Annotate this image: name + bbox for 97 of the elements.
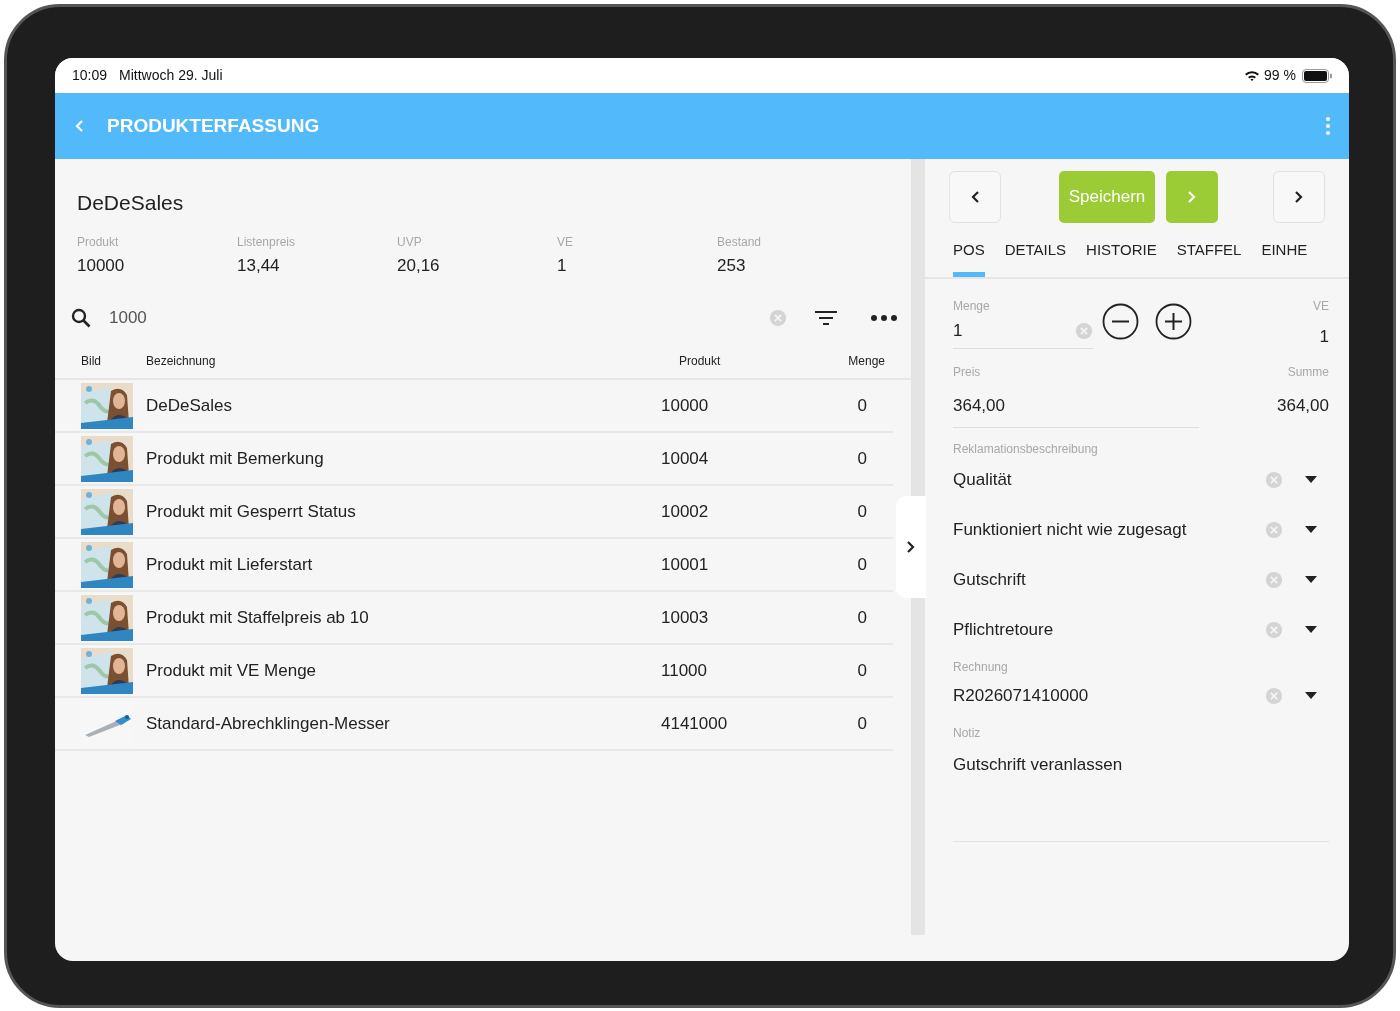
field-label: Reklamationsbeschreibung — [953, 440, 1099, 458]
field-value: 364,00 — [1277, 395, 1329, 417]
product-name: Produkt mit Staffelpreis ab 10 — [146, 606, 370, 629]
clear-icon[interactable] — [1265, 470, 1283, 489]
product-number: 10000 — [661, 394, 710, 417]
dropdown-caret-icon[interactable] — [1305, 526, 1317, 533]
field-label: Notiz — [953, 724, 982, 742]
field-label: Preis — [953, 364, 982, 381]
status-time: 10:09 — [72, 66, 108, 85]
field-label: Rechnung — [953, 658, 1009, 676]
product-number: 11000 — [661, 659, 708, 682]
battery-percent: 99 % — [1264, 66, 1296, 85]
tab[interactable]: HISTORIE — [1086, 239, 1157, 277]
chevron-right-icon — [1187, 190, 1197, 204]
stat-label: Produkt — [77, 233, 120, 251]
product-name: Produkt mit Lieferstart — [146, 553, 314, 576]
header-title: PRODUKTERFASSUNG — [107, 113, 320, 138]
note-field[interactable]: Gutschrift veranlassen — [953, 751, 1329, 842]
field-label: Menge — [953, 297, 991, 315]
column-header: Bild — [81, 353, 102, 370]
chevron-right-icon — [1294, 190, 1304, 204]
clear-icon[interactable] — [1075, 322, 1093, 340]
more-options-icon[interactable] — [871, 315, 897, 321]
status-date: Mittwoch 29. Juli — [119, 66, 223, 85]
field-value: 1 — [1319, 325, 1329, 348]
tab[interactable]: DETAILS — [1004, 239, 1067, 277]
product-number: 4141000 — [661, 712, 729, 735]
product-quantity: 0 — [856, 659, 867, 682]
next-button[interactable] — [1273, 171, 1325, 223]
save-next-button[interactable] — [1166, 171, 1218, 223]
product-quantity: 0 — [856, 553, 867, 576]
chevron-left-icon — [970, 190, 980, 204]
product-name: Produkt mit VE Menge — [146, 659, 318, 682]
product-name: DeDeSales — [146, 394, 233, 417]
search-icon[interactable] — [71, 308, 91, 328]
stat-value: 1 — [557, 254, 568, 277]
stat-label: VE — [557, 233, 574, 251]
product-name: Produkt mit Gesperrt Status — [146, 500, 357, 523]
product-row[interactable]: Produkt mit Staffelpreis ab 10 10003 0 — [55, 592, 893, 645]
filter-icon[interactable] — [815, 310, 837, 326]
expand-panel-button[interactable] — [896, 496, 926, 598]
clear-icon[interactable] — [1265, 570, 1283, 589]
battery-icon — [1302, 68, 1332, 83]
field-label: VE — [1313, 297, 1329, 315]
previous-button[interactable] — [949, 171, 1001, 223]
product-row[interactable]: Produkt mit Lieferstart 10001 0 — [55, 539, 893, 592]
clear-icon[interactable] — [1265, 620, 1283, 639]
chevron-right-icon — [906, 540, 916, 554]
clear-icon[interactable] — [1265, 520, 1283, 539]
product-row[interactable]: DeDeSales 10000 0 — [55, 380, 893, 433]
plus-icon[interactable] — [1155, 302, 1192, 340]
product-number: 10002 — [661, 500, 710, 523]
quantity-field[interactable]: 1 — [953, 314, 1093, 349]
product-title: DeDeSales — [77, 190, 185, 216]
field-label: Summe — [1287, 364, 1329, 381]
stat-value: 253 — [717, 254, 747, 277]
stat-label: Listenpreis — [237, 233, 297, 251]
dropdown-caret-icon[interactable] — [1305, 576, 1317, 583]
stat-value: 20,16 — [397, 254, 441, 277]
dropdown-field[interactable]: R2026071410000 — [953, 675, 1329, 716]
product-row[interactable]: Produkt mit VE Menge 11000 0 — [55, 645, 893, 698]
dropdown-field[interactable]: Pflichtretoure — [953, 609, 1329, 650]
product-quantity: 0 — [856, 447, 867, 470]
minus-icon[interactable] — [1102, 302, 1139, 340]
tab[interactable]: EINHE — [1261, 239, 1308, 277]
stat-value: 13,44 — [237, 254, 281, 277]
clear-icon[interactable] — [769, 309, 787, 327]
tab[interactable]: STAFFEL — [1176, 239, 1242, 277]
dropdown-caret-icon[interactable] — [1305, 476, 1317, 483]
dropdown-field[interactable]: Funktioniert nicht wie zugesagt — [953, 509, 1329, 550]
product-number: 10004 — [661, 447, 710, 470]
dropdown-caret-icon[interactable] — [1305, 626, 1317, 633]
product-number: 10003 — [661, 606, 710, 629]
stat-label: UVP — [397, 233, 423, 251]
field-value: 364,00 — [953, 395, 1006, 417]
product-row[interactable]: Produkt mit Gesperrt Status 10002 0 — [55, 486, 893, 539]
product-name: Produkt mit Bemerkung — [146, 447, 325, 470]
product-row[interactable]: Produkt mit Bemerkung 10004 0 — [55, 433, 893, 486]
search-field[interactable]: 1000 — [109, 305, 769, 331]
product-quantity: 0 — [856, 500, 867, 523]
column-header: Menge — [847, 353, 885, 370]
column-header: Bezeichnung — [146, 353, 217, 370]
clear-icon[interactable] — [1265, 686, 1283, 705]
wifi-icon — [1245, 70, 1260, 81]
product-quantity: 0 — [856, 394, 867, 417]
product-row[interactable]: Standard-Abrechklingen-Messer 4141000 0 — [55, 698, 893, 751]
product-name: Standard-Abrechklingen-Messer — [146, 712, 391, 735]
product-quantity: 0 — [856, 606, 867, 629]
product-number: 10001 — [661, 553, 710, 576]
stat-label: Bestand — [717, 233, 763, 251]
dropdown-field[interactable]: Gutschrift — [953, 559, 1329, 600]
dropdown-field[interactable]: Qualität — [953, 459, 1329, 500]
dropdown-caret-icon[interactable] — [1305, 692, 1317, 699]
tab[interactable]: POS — [953, 239, 985, 277]
stat-value: 10000 — [77, 254, 126, 277]
column-header: Produkt — [679, 353, 722, 370]
product-quantity: 0 — [856, 712, 867, 735]
